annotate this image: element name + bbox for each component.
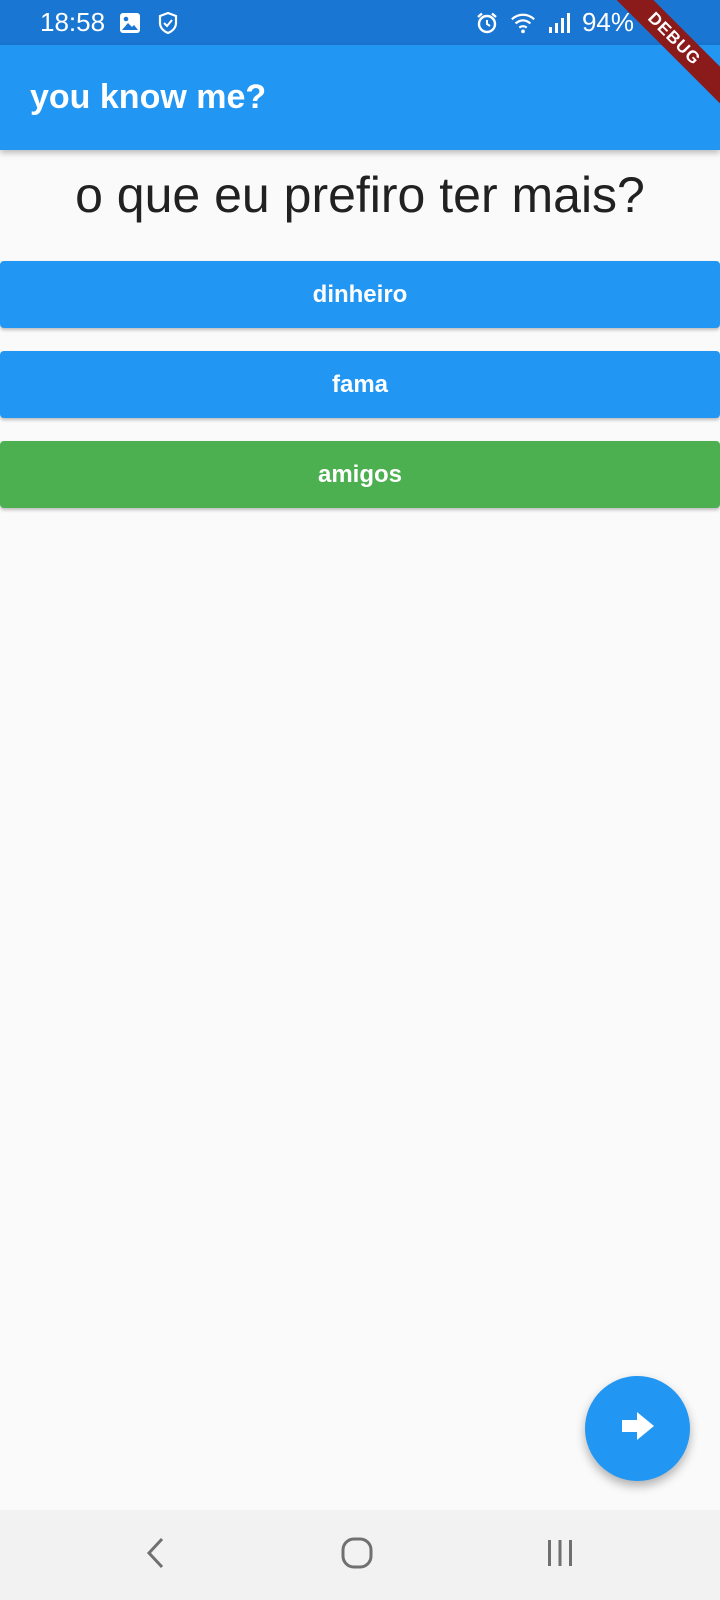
question-text: o que eu prefiro ter mais? bbox=[75, 167, 645, 223]
recents-button[interactable] bbox=[530, 1528, 590, 1582]
back-icon bbox=[144, 1536, 168, 1575]
status-time: 18:58 bbox=[40, 7, 106, 37]
wifi-icon bbox=[510, 10, 536, 36]
app-bar: you know me? bbox=[0, 45, 720, 150]
image-icon bbox=[117, 10, 143, 36]
shield-icon bbox=[155, 10, 181, 36]
system-nav-bar bbox=[0, 1510, 720, 1600]
app-title: you know me? bbox=[30, 78, 267, 116]
answer-label: fama bbox=[331, 370, 389, 398]
back-button[interactable] bbox=[126, 1528, 186, 1582]
recents-icon bbox=[545, 1537, 575, 1574]
answer-button-fama[interactable]: fama bbox=[0, 351, 720, 418]
answer-label: amigos bbox=[317, 460, 403, 488]
answer-label: dinheiro bbox=[312, 280, 408, 308]
arrow-right-icon bbox=[620, 1410, 656, 1447]
alarm-icon bbox=[474, 10, 500, 36]
home-icon bbox=[340, 1536, 374, 1575]
next-question-button[interactable] bbox=[585, 1376, 690, 1481]
battery-percent: 94% bbox=[581, 7, 634, 37]
signal-icon bbox=[546, 10, 572, 36]
home-button[interactable] bbox=[327, 1528, 387, 1582]
answer-button-amigos[interactable]: amigos bbox=[0, 441, 720, 508]
answer-button-dinheiro[interactable]: dinheiro bbox=[0, 261, 720, 328]
status-bar: 18:58 94% bbox=[0, 0, 720, 45]
